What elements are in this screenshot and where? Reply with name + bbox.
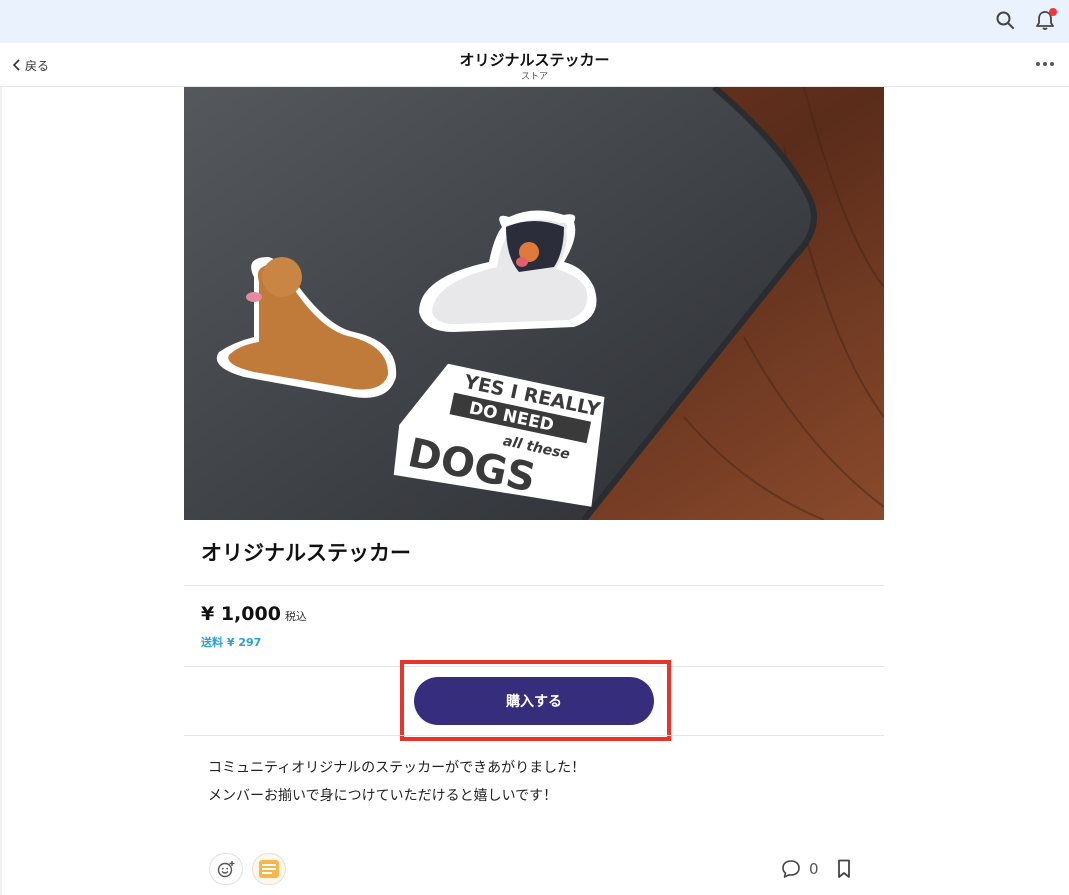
shipping-fee: 送料 ¥ 297 <box>201 636 262 649</box>
product-image: YES I REALLY DO NEED all these DOGS <box>184 87 884 520</box>
product-title: オリジナルステッカー <box>201 541 411 565</box>
left-border <box>0 87 2 895</box>
add-reaction-icon <box>217 861 235 878</box>
description: コミュニティオリジナルのステッカーができあがりました！ メンバーお揃いで身につけ… <box>208 754 585 810</box>
add-reaction-button[interactable] <box>209 853 243 885</box>
description-line: コミュニティオリジナルのステッカーができあがりました！ <box>208 760 586 776</box>
description-line: メンバーお揃いで身につけていただけると嬉しいです！ <box>208 788 558 804</box>
tax-label: 税込 <box>284 610 307 623</box>
price-row: ¥ 1,000 税込 <box>201 603 307 625</box>
top-bar <box>0 0 1069 43</box>
search-icon[interactable] <box>995 10 1015 30</box>
notification-dot <box>1049 8 1057 16</box>
sticker-reaction-icon <box>259 860 279 878</box>
comment-icon <box>782 860 800 878</box>
price: ¥ 1,000 <box>201 603 281 625</box>
divider <box>184 735 884 736</box>
divider <box>184 585 884 586</box>
sticker-reaction-button[interactable] <box>252 853 286 885</box>
bookmark-icon[interactable] <box>836 859 852 879</box>
comment-count: 0 <box>809 860 819 878</box>
page-subtitle: ストア <box>520 72 548 82</box>
buy-button[interactable]: 購入する <box>414 677 654 725</box>
page-title: オリジナルステッカー <box>459 51 610 69</box>
nav-bar: 戻る オリジナルステッカー ストア <box>0 43 1069 87</box>
comment-button[interactable]: 0 <box>781 859 819 879</box>
more-icon[interactable] <box>1036 62 1054 68</box>
